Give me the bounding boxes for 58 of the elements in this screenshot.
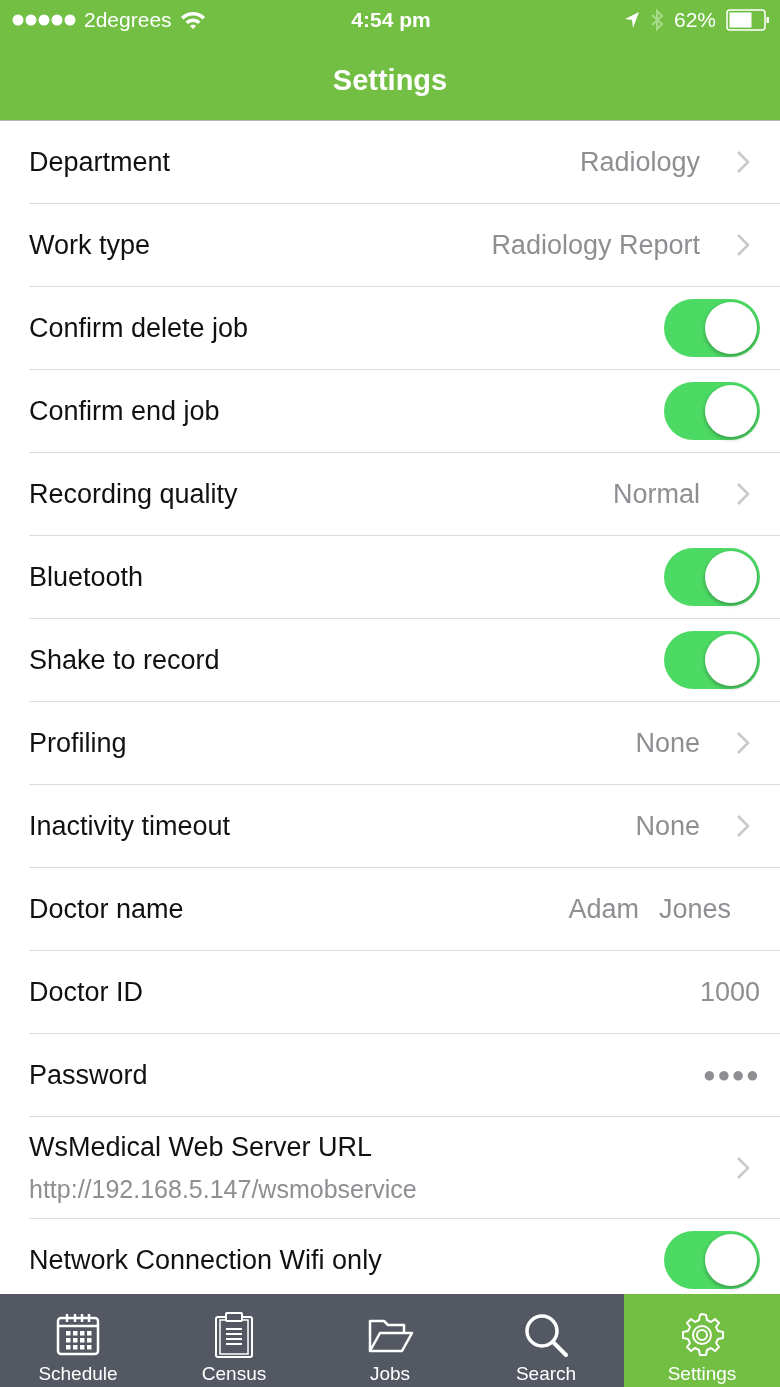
last-name-value: Jones	[658, 893, 731, 925]
chevron-icon	[736, 814, 750, 838]
settings-row[interactable]: Password ●●●●	[0, 1034, 780, 1117]
toggle-switch[interactable]	[664, 548, 760, 606]
setting-label: Work type	[29, 229, 152, 261]
settings-row[interactable]: WsMedical Web Server URL http://192.168.5.147/wsmobservice	[0, 1117, 780, 1219]
setting-label: Network Connection Wifi only	[29, 1244, 383, 1276]
signal-icon	[12, 14, 76, 26]
settings-row[interactable]: Inactivity timeout None	[0, 785, 780, 868]
tab-bar-item[interactable]: Schedule	[0, 1294, 156, 1387]
setting-label: Confirm delete job	[29, 312, 250, 344]
carrier-name: 2degrees	[84, 8, 172, 32]
location-icon	[623, 11, 640, 29]
settings-row[interactable]: Department Radiology	[0, 121, 780, 204]
first-name-value: Adam	[568, 893, 639, 925]
chevron-icon	[736, 1155, 750, 1180]
setting-label: Shake to record	[29, 644, 221, 676]
setting-label: Profiling	[29, 727, 128, 759]
setting-label: Department	[29, 146, 172, 178]
setting-label: WsMedical Web Server URL	[29, 1131, 374, 1163]
setting-value: 1000	[699, 976, 760, 1008]
setting-label: Inactivity timeout	[29, 810, 232, 842]
battery-icon	[726, 9, 770, 31]
setting-label: Doctor name	[29, 893, 185, 925]
chevron-icon	[736, 482, 750, 506]
url-value: http://192.168.5.147/wsmobservice	[29, 1174, 418, 1204]
setting-label: Password	[29, 1059, 149, 1091]
tab-bar-item[interactable]: Search	[468, 1294, 624, 1387]
toggle-switch[interactable]	[664, 1231, 760, 1289]
search-icon	[522, 1311, 570, 1359]
chevron-icon	[736, 731, 750, 755]
toggle-switch[interactable]	[664, 382, 760, 440]
setting-label: Bluetooth	[29, 561, 145, 593]
setting-label: Doctor ID	[29, 976, 145, 1008]
setting-value: Radiology	[579, 146, 700, 178]
toggle-switch[interactable]	[664, 299, 760, 357]
toggle-switch[interactable]	[664, 631, 760, 689]
settings-row[interactable]: Recording quality Normal	[0, 453, 780, 536]
settings-row[interactable]: Doctor ID 1000	[0, 951, 780, 1034]
setting-value: None	[635, 810, 700, 842]
settings-row[interactable]: Work type Radiology Report	[0, 204, 780, 287]
setting-label: Recording quality	[29, 478, 239, 510]
setting-value: None	[635, 727, 700, 759]
status-time: 4:54 pm	[351, 8, 431, 32]
nav-title: Settings	[332, 63, 448, 97]
password-dots: ●●●●	[702, 1062, 760, 1088]
battery-percent: 62%	[673, 8, 716, 32]
setting-label: Confirm end job	[29, 395, 221, 427]
wifi-icon	[179, 10, 206, 30]
tab-bar-item[interactable]: Jobs	[312, 1294, 468, 1387]
setting-value: Normal	[613, 478, 700, 510]
bluetooth-icon	[649, 9, 664, 31]
settings-row[interactable]: Profiling None	[0, 702, 780, 785]
chevron-icon	[736, 233, 750, 257]
chevron-icon	[736, 150, 750, 174]
settings-row[interactable]: Doctor name Adam Jones	[0, 868, 780, 951]
tab-bar-item[interactable]: Census	[156, 1294, 312, 1387]
setting-value: Radiology Report	[491, 229, 700, 261]
